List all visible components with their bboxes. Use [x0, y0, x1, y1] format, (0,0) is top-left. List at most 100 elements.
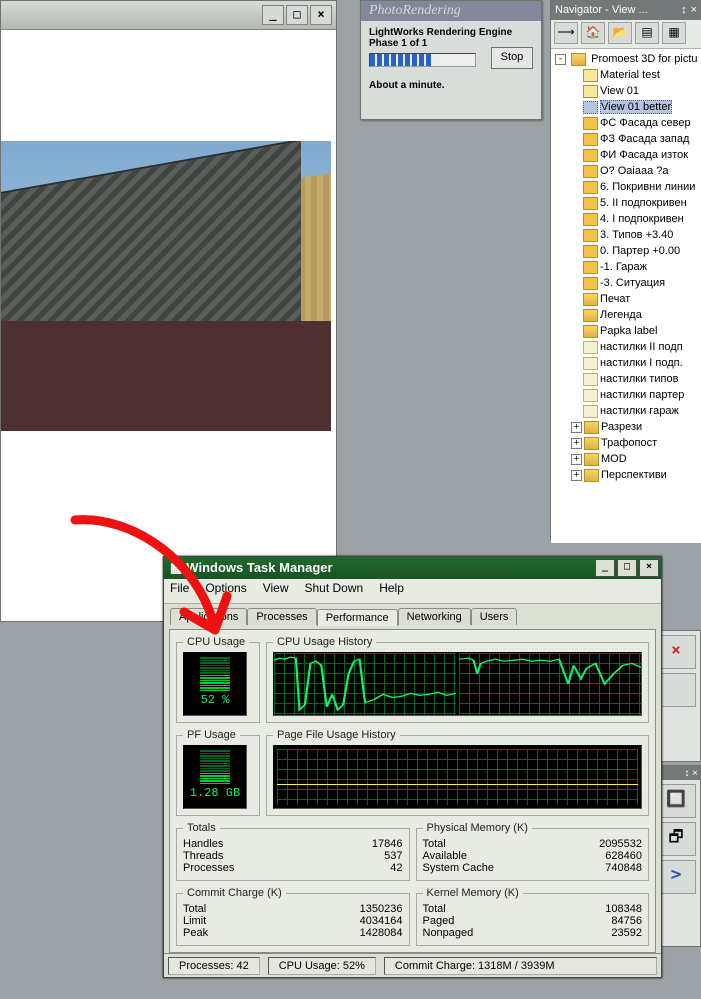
folder-icon [583, 325, 598, 338]
expand-icon[interactable]: + [571, 454, 582, 465]
tree-item[interactable]: +Разрези [555, 419, 699, 435]
tree-item[interactable]: 6. Покривни линии [555, 179, 699, 195]
tree-item[interactable]: 0. Партер +0.00 [555, 243, 699, 259]
menu-item[interactable]: Help [379, 581, 404, 595]
tree-item[interactable]: -3. Ситуация [555, 275, 699, 291]
tree-item-label: О? Oaiaaa ?a [600, 165, 669, 177]
tree-item[interactable]: +Трафопост [555, 435, 699, 451]
view-icon [583, 149, 598, 162]
view-icon [583, 181, 598, 194]
tree-item[interactable]: ФС Фасада север [555, 115, 699, 131]
tree-item[interactable]: ФИ Фасада изток [555, 147, 699, 163]
nav-toolbar-button[interactable]: 🏠 [581, 22, 605, 44]
kernel-memory-box: Kernel Memory (K) Total108348 Paged84756… [416, 887, 650, 946]
close-button[interactable]: × [639, 559, 659, 577]
file-icon [583, 341, 598, 354]
tree-item[interactable]: -1. Гараж [555, 259, 699, 275]
pf-usage-legend: PF Usage [183, 729, 240, 741]
pf-usage-box: PF Usage 1.28 GB [176, 729, 260, 816]
status-processes: Processes: 42 [168, 957, 260, 975]
tab-performance[interactable]: Performance [317, 609, 398, 626]
expand-icon[interactable]: + [571, 422, 582, 433]
pin-icon[interactable]: ↕ [681, 0, 687, 20]
tree-item-label: ФИ Фасада изток [600, 149, 688, 161]
tree-item[interactable]: 5. II подпокривен [555, 195, 699, 211]
tree-item[interactable]: 4. I подпокривен [555, 211, 699, 227]
tree-item-label: 5. II подпокривен [600, 197, 687, 209]
titlebar: × □ _ [1, 1, 336, 30]
expand-icon[interactable]: + [571, 470, 582, 481]
nav-toolbar-button[interactable]: ▦ [662, 22, 686, 44]
arrow-tool-icon[interactable]: > [656, 860, 696, 894]
progress-bar [369, 53, 476, 67]
view-icon [583, 165, 598, 178]
cpu-usage-value: 52 % [184, 693, 246, 707]
view-icon [583, 261, 598, 274]
status-commit: Commit Charge: 1318M / 3939M [384, 957, 657, 975]
tree-item[interactable]: +MOD [555, 451, 699, 467]
tree-item[interactable]: +Перспективи [555, 467, 699, 483]
view-icon [583, 117, 598, 130]
tree-root[interactable]: - Promoest 3D for pictu [555, 51, 699, 67]
tab-networking[interactable]: Networking [398, 608, 471, 625]
tree-item[interactable]: настилки II подп [555, 339, 699, 355]
totals-box: Totals Handles17846 Threads537 Processes… [176, 822, 410, 881]
tabs: ApplicationsProcessesPerformanceNetworki… [164, 604, 661, 629]
maximize-button[interactable]: □ [617, 559, 637, 577]
tree-item[interactable]: ФЗ Фасада запад [555, 131, 699, 147]
tree-item[interactable]: О? Oaiaaa ?a [555, 163, 699, 179]
performance-panel: CPU Usage 52 % CPU Usage History [169, 629, 656, 953]
folder-icon [584, 437, 599, 450]
tree-item[interactable]: View 01 [555, 83, 699, 99]
minimize-button[interactable]: _ [262, 5, 284, 25]
nav-toolbar-button[interactable]: ⟶ [554, 22, 578, 44]
tree-item[interactable]: Material test [555, 67, 699, 83]
titlebar[interactable]: ▦ Windows Task Manager _ □ × [164, 557, 661, 579]
tree-item-label: настилки гараж [600, 405, 679, 417]
minimize-button[interactable]: _ [595, 559, 615, 577]
close-button[interactable]: × [310, 5, 332, 25]
nav-toolbar-button[interactable]: 📂 [608, 22, 632, 44]
tree-item[interactable]: настилки типов [555, 371, 699, 387]
view-icon [583, 197, 598, 210]
tree-item[interactable]: 3. Типов +3.40 [555, 227, 699, 243]
file-icon [583, 405, 598, 418]
tool-button[interactable]: 🔲 [656, 784, 696, 818]
tree-item[interactable]: настилки I подп. [555, 355, 699, 371]
navigator-tree[interactable]: - Promoest 3D for pictu Material testVie… [551, 49, 701, 543]
root-label: Promoest 3D for pictu [591, 53, 697, 65]
tab-users[interactable]: Users [471, 608, 518, 625]
tree-item-label: Легенда [600, 309, 642, 321]
expand-icon[interactable]: + [571, 438, 582, 449]
tree-item[interactable]: Papka label [555, 323, 699, 339]
pf-usage-value: 1.28 GB [184, 786, 246, 800]
cam-icon [583, 101, 598, 114]
cam-icon [583, 69, 598, 82]
tab-processes[interactable]: Processes [247, 608, 316, 625]
eta-label: About a minute. [369, 80, 533, 91]
tool-button[interactable] [656, 673, 696, 707]
folder-icon [584, 469, 599, 482]
tree-item[interactable]: настилки гараж [555, 403, 699, 419]
tree-item-label: 4. I подпокривен [600, 213, 684, 225]
maximize-button[interactable]: □ [286, 5, 308, 25]
close-tool-icon[interactable]: × [656, 635, 696, 669]
tree-item[interactable]: Печат [555, 291, 699, 307]
close-icon[interactable]: × [691, 0, 697, 20]
nav-toolbar-button[interactable]: ▤ [635, 22, 659, 44]
tree-item[interactable]: настилки партер [555, 387, 699, 403]
menu-item[interactable]: File [170, 581, 189, 595]
tool-button[interactable]: 🗗 [656, 822, 696, 856]
menu-item[interactable]: Options [205, 581, 246, 595]
stop-button[interactable]: Stop [491, 47, 533, 69]
view-icon [583, 133, 598, 146]
menu-item[interactable]: View [263, 581, 289, 595]
folder-icon [571, 53, 586, 66]
tree-item[interactable]: Легенда [555, 307, 699, 323]
tree-item[interactable]: View 01 better [555, 99, 699, 115]
tab-applications[interactable]: Applications [170, 608, 247, 625]
tree-item-label: -1. Гараж [600, 261, 647, 273]
menu-item[interactable]: Shut Down [305, 581, 364, 595]
cam-icon [583, 85, 598, 98]
folder-icon [583, 293, 598, 306]
